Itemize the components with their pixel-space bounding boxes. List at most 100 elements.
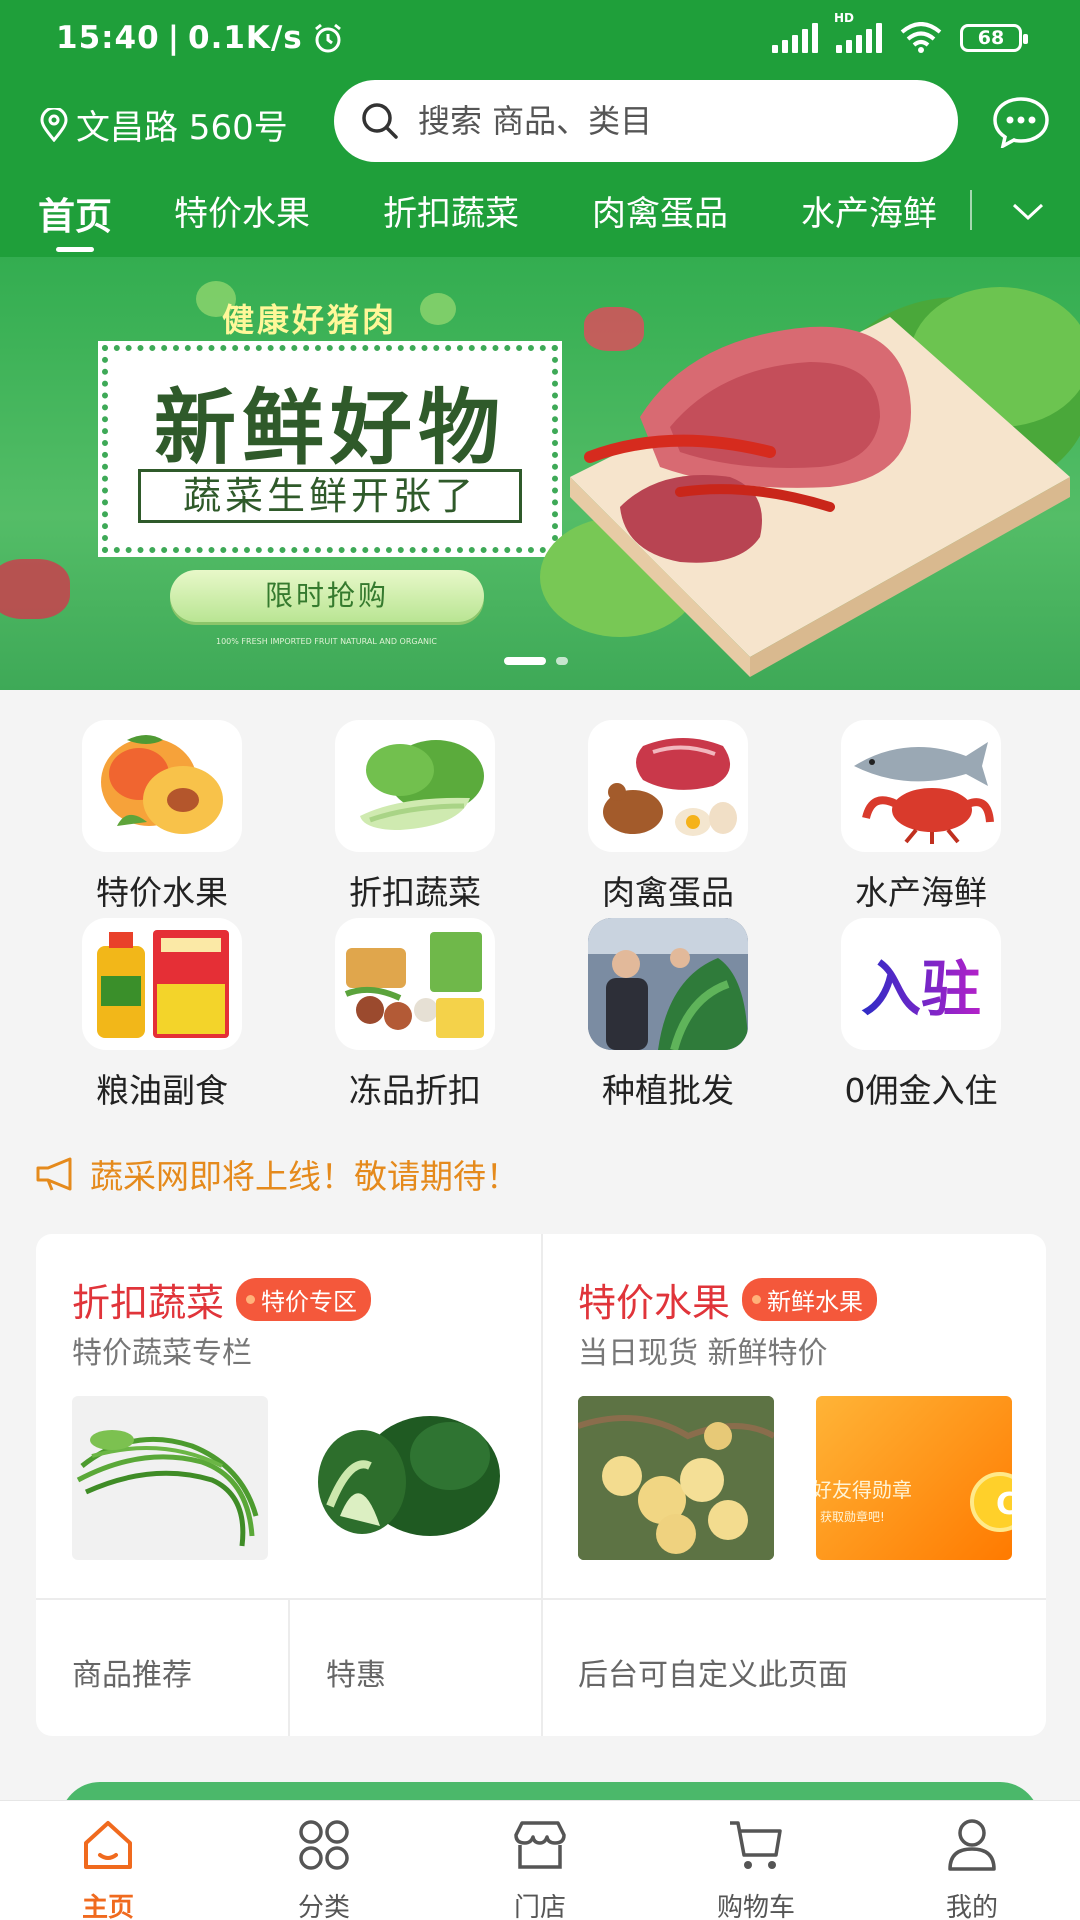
frozen-food-icon bbox=[335, 918, 495, 1050]
battery-icon: 68 bbox=[960, 24, 1028, 52]
category-fruit[interactable]: 特价水果 bbox=[62, 720, 262, 914]
nav-label: 门店 bbox=[513, 1893, 566, 1920]
location-pin-icon bbox=[40, 107, 68, 142]
location-text: 文昌路 560号 bbox=[76, 108, 288, 148]
cart-icon bbox=[730, 1821, 782, 1869]
tab-seafood[interactable]: 水产海鲜 bbox=[801, 186, 937, 235]
category-tabs: 首页 特价水果 折扣蔬菜 肉禽蛋品 水产海鲜 bbox=[0, 186, 1080, 256]
profile-icon bbox=[948, 1819, 996, 1871]
pears-image[interactable] bbox=[578, 1396, 774, 1560]
category-meat-eggs[interactable]: 肉禽蛋品 bbox=[568, 720, 768, 914]
signal-icon bbox=[772, 23, 818, 53]
app-header: 15:40 | 0.1K/s HD 68 文昌路 560号 搜索 商品、类目 首… bbox=[0, 0, 1080, 257]
banner-leaf-decor-2 bbox=[420, 293, 456, 325]
meat-egg-icon bbox=[588, 720, 748, 852]
banner-title: 新鲜好物 bbox=[153, 381, 506, 476]
banner-kicker: 健康好猪肉 bbox=[222, 301, 398, 339]
medal-ad-subtext: 获取勋章吧! bbox=[820, 1510, 885, 1524]
status-speed: 0.1K/s bbox=[188, 20, 303, 56]
planting-icon bbox=[588, 918, 748, 1050]
location-selector[interactable]: 文昌路 560号 bbox=[38, 100, 288, 149]
tab-home[interactable]: 首页 bbox=[38, 186, 112, 252]
nav-profile[interactable]: 我的 bbox=[902, 1815, 1042, 1920]
chevron-down-icon[interactable] bbox=[1010, 196, 1046, 226]
medal-icon: C bbox=[970, 1472, 1012, 1532]
svg-text:C: C bbox=[996, 1487, 1012, 1522]
link-customize[interactable]: 后台可自定义此页面 bbox=[578, 1650, 848, 1694]
nav-label: 购物车 bbox=[716, 1893, 795, 1920]
message-icon[interactable] bbox=[992, 96, 1050, 148]
category-label: 粮油副食 bbox=[96, 1071, 228, 1110]
link-specials[interactable]: 特惠 bbox=[326, 1650, 386, 1694]
green-beans-image[interactable] bbox=[72, 1396, 268, 1560]
promo-right-subtitle: 当日现货 新鲜特价 bbox=[578, 1336, 828, 1371]
bottom-nav: 主页 分类 门店 购物车 我的 bbox=[0, 1800, 1080, 1920]
grain-oil-icon bbox=[82, 918, 242, 1050]
tab-vegetables[interactable]: 折扣蔬菜 bbox=[383, 186, 519, 235]
search-input[interactable] bbox=[418, 102, 918, 140]
category-label: 肉禽蛋品 bbox=[602, 873, 734, 912]
status-bar: 15:40 | 0.1K/s HD 68 bbox=[0, 0, 1080, 80]
banner-subtitle: 蔬菜生鲜开张了 bbox=[138, 469, 522, 523]
nav-category[interactable]: 分类 bbox=[254, 1815, 394, 1920]
peach-icon bbox=[82, 720, 242, 852]
banner-dot-2[interactable] bbox=[556, 657, 568, 665]
category-vegetables[interactable]: 折扣蔬菜 bbox=[315, 720, 515, 914]
search-bar[interactable] bbox=[334, 80, 958, 162]
status-time: 15:40 bbox=[56, 20, 160, 56]
store-icon bbox=[514, 1821, 566, 1869]
tab-meat-eggs[interactable]: 肉禽蛋品 bbox=[592, 186, 728, 235]
banner-dot-1[interactable] bbox=[504, 657, 546, 665]
banner-stamp: 新鲜好物 蔬菜生鲜开张了 bbox=[98, 341, 562, 557]
promo-right-title[interactable]: 特价水果 新鲜水果 bbox=[578, 1272, 878, 1327]
banner-meat-decor bbox=[0, 559, 70, 619]
banner-buy-button[interactable]: 限时抢购 bbox=[170, 570, 484, 622]
notice-bar[interactable]: 蔬采网即将上线！敬请期待！ bbox=[34, 1150, 519, 1198]
category-planting[interactable]: 种植批发 bbox=[568, 918, 768, 1112]
category-label: 冻品折扣 bbox=[349, 1071, 481, 1110]
hd-label: HD bbox=[834, 11, 855, 25]
category-frozen[interactable]: 冻品折扣 bbox=[315, 918, 515, 1112]
link-recommended[interactable]: 商品推荐 bbox=[72, 1650, 192, 1694]
promo-card: 折扣蔬菜 特价专区 特价蔬菜专栏 特价水果 新鲜水果 当日现货 新鲜特价 好友得… bbox=[36, 1234, 1046, 1736]
nav-store[interactable]: 门店 bbox=[470, 1815, 610, 1920]
nav-home[interactable]: 主页 bbox=[38, 1815, 178, 1920]
promo-divider-links bbox=[288, 1598, 290, 1736]
medal-ad-text: 好友得勋章 bbox=[816, 1478, 912, 1502]
promo-banner[interactable]: 健康好猪肉 新鲜好物 蔬菜生鲜开张了 限时抢购 100% FRESH IMPOR… bbox=[0, 257, 1080, 690]
medal-ad-image[interactable]: 好友得勋章 获取勋章吧! C bbox=[816, 1396, 1012, 1560]
status-left: 15:40 | 0.1K/s bbox=[56, 20, 345, 56]
promo-right-title-text: 特价水果 bbox=[578, 1281, 731, 1325]
alarm-icon bbox=[314, 23, 341, 53]
promo-right-badge-text: 新鲜水果 bbox=[767, 1288, 864, 1316]
join-icon-text: 入驻 bbox=[861, 941, 981, 1028]
nav-label: 我的 bbox=[945, 1893, 998, 1920]
battery-level: 68 bbox=[977, 27, 1005, 49]
megaphone-icon bbox=[36, 1157, 72, 1191]
promo-left-title-text: 折扣蔬菜 bbox=[72, 1281, 225, 1325]
category-join[interactable]: 入驻 0佣金入住 bbox=[821, 918, 1021, 1112]
status-right: HD 68 bbox=[772, 11, 1028, 54]
home-icon bbox=[84, 1821, 132, 1869]
banner-pagination bbox=[504, 657, 568, 665]
search-icon bbox=[362, 103, 398, 139]
status-sep: | bbox=[167, 20, 181, 56]
category-seafood[interactable]: 水产海鲜 bbox=[821, 720, 1021, 914]
category-grain-oil[interactable]: 粮油副食 bbox=[62, 918, 262, 1112]
category-label: 水产海鲜 bbox=[855, 873, 987, 912]
tab-fruit[interactable]: 特价水果 bbox=[174, 186, 310, 235]
promo-right-badge: 新鲜水果 bbox=[742, 1278, 878, 1321]
notice-text: 蔬采网即将上线！敬请期待！ bbox=[90, 1157, 519, 1196]
nav-label: 分类 bbox=[297, 1893, 350, 1920]
promo-left-badge-text: 特价专区 bbox=[261, 1288, 358, 1316]
promo-divider-horizontal bbox=[36, 1598, 1046, 1600]
spinach-image[interactable] bbox=[310, 1396, 506, 1560]
promo-left-subtitle: 特价蔬菜专栏 bbox=[72, 1336, 252, 1371]
promo-left-title[interactable]: 折扣蔬菜 特价专区 bbox=[72, 1272, 372, 1327]
nav-cart[interactable]: 购物车 bbox=[686, 1815, 826, 1920]
promo-left-badge: 特价专区 bbox=[236, 1278, 372, 1321]
nav-label: 主页 bbox=[81, 1893, 134, 1920]
hd-signal: HD bbox=[834, 11, 882, 53]
category-label: 特价水果 bbox=[96, 873, 228, 912]
banner-fine-print: 100% FRESH IMPORTED FRUIT NATURAL AND OR… bbox=[216, 637, 437, 646]
